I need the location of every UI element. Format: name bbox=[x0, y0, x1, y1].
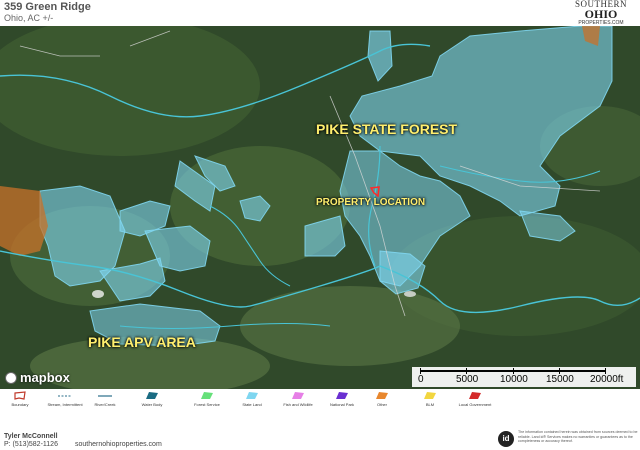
legend-item-water-body: Water Body bbox=[132, 391, 172, 407]
solid-line-icon bbox=[98, 395, 112, 397]
legend-item-fish-wildlife: Fish and Wildlife bbox=[278, 391, 318, 407]
legend-label: Water Body bbox=[141, 402, 163, 407]
other-land-parcel bbox=[0, 186, 48, 256]
footer: Tyler McConnell P: (513)582-1126 souther… bbox=[0, 413, 640, 450]
map-legend: Boundary Stream, Intermittent River/Cree… bbox=[0, 389, 640, 413]
legend-label: National Park bbox=[329, 402, 354, 407]
scale-bar: 0 5000 10000 15000 20000ft bbox=[412, 367, 636, 387]
national-park-icon bbox=[336, 392, 348, 399]
legend-item-river: River/Creek bbox=[85, 391, 125, 407]
cloud-patch bbox=[404, 291, 416, 297]
header: 359 Green Ridge Ohio, AC +/- SOUTHERN OH… bbox=[0, 0, 640, 26]
property-location-label: PROPERTY LOCATION bbox=[316, 197, 426, 208]
property-title: 359 Green Ridge bbox=[4, 1, 91, 13]
dashed-line-icon bbox=[58, 395, 72, 397]
scale-label: 15000 bbox=[546, 374, 574, 385]
logo-line-2: OHIO bbox=[584, 7, 618, 21]
website-link[interactable]: southernohioproperties.com bbox=[75, 441, 162, 448]
valley-farmland bbox=[240, 286, 460, 366]
boundary-outline-icon bbox=[14, 391, 26, 400]
mapbox-attribution[interactable]: mapbox bbox=[5, 370, 70, 385]
legend-label: Stream, Intermittent bbox=[47, 402, 83, 407]
scale-label: 5000 bbox=[456, 374, 479, 385]
state-land-icon bbox=[246, 392, 258, 399]
legend-label: Local Government bbox=[458, 402, 492, 407]
legend-label: Fish and Wildlife bbox=[283, 402, 313, 407]
legend-item-blm: BLM bbox=[410, 391, 450, 407]
blm-icon bbox=[424, 392, 436, 399]
legend-item-state-land: State Land bbox=[232, 391, 272, 407]
mapbox-logo-icon bbox=[5, 371, 17, 384]
pike-apv-area-label: PIKE APV AREA bbox=[88, 334, 196, 350]
scale-label: 10000 bbox=[500, 374, 528, 385]
other-land-icon bbox=[376, 392, 388, 399]
agent-phone[interactable]: P: (513)582-1126 bbox=[4, 441, 58, 448]
legend-item-boundary: Boundary bbox=[0, 391, 40, 407]
local-government-icon bbox=[469, 392, 481, 399]
legend-item-local-government: Local Government bbox=[455, 391, 495, 407]
pike-state-forest-label: PIKE STATE FOREST bbox=[316, 121, 458, 137]
legend-item-forest-service: Forest Service bbox=[187, 391, 227, 407]
disclaimer-text: The information contained herein was obt… bbox=[518, 430, 638, 443]
legend-item-other: Other bbox=[362, 391, 402, 407]
legend-label: Forest Service bbox=[194, 402, 220, 407]
agent-name: Tyler McConnell bbox=[4, 433, 58, 440]
legend-label: River/Creek bbox=[94, 402, 116, 407]
water-body-icon bbox=[146, 392, 158, 399]
legend-label: BLM bbox=[425, 402, 435, 407]
scale-label: 0 bbox=[418, 374, 424, 385]
legend-label: Boundary bbox=[11, 402, 29, 407]
land-id-logo: id bbox=[498, 431, 514, 447]
fish-wildlife-icon bbox=[292, 392, 304, 399]
company-logo: SOUTHERN OHIO PROPERTIES.COM bbox=[566, 0, 636, 26]
cloud-patch bbox=[92, 290, 104, 298]
map-view[interactable]: PIKE STATE FOREST PROPERTY LOCATION PIKE… bbox=[0, 26, 640, 389]
legend-item-national-park: National Park bbox=[322, 391, 362, 407]
scale-label: 20000ft bbox=[590, 374, 624, 385]
property-subtitle: Ohio, AC +/- bbox=[4, 13, 54, 23]
forest-service-icon bbox=[201, 392, 213, 399]
legend-label: State Land bbox=[242, 402, 262, 407]
mapbox-text: mapbox bbox=[20, 370, 70, 385]
legend-item-stream: Stream, Intermittent bbox=[45, 391, 85, 407]
legend-label: Other bbox=[376, 402, 387, 407]
